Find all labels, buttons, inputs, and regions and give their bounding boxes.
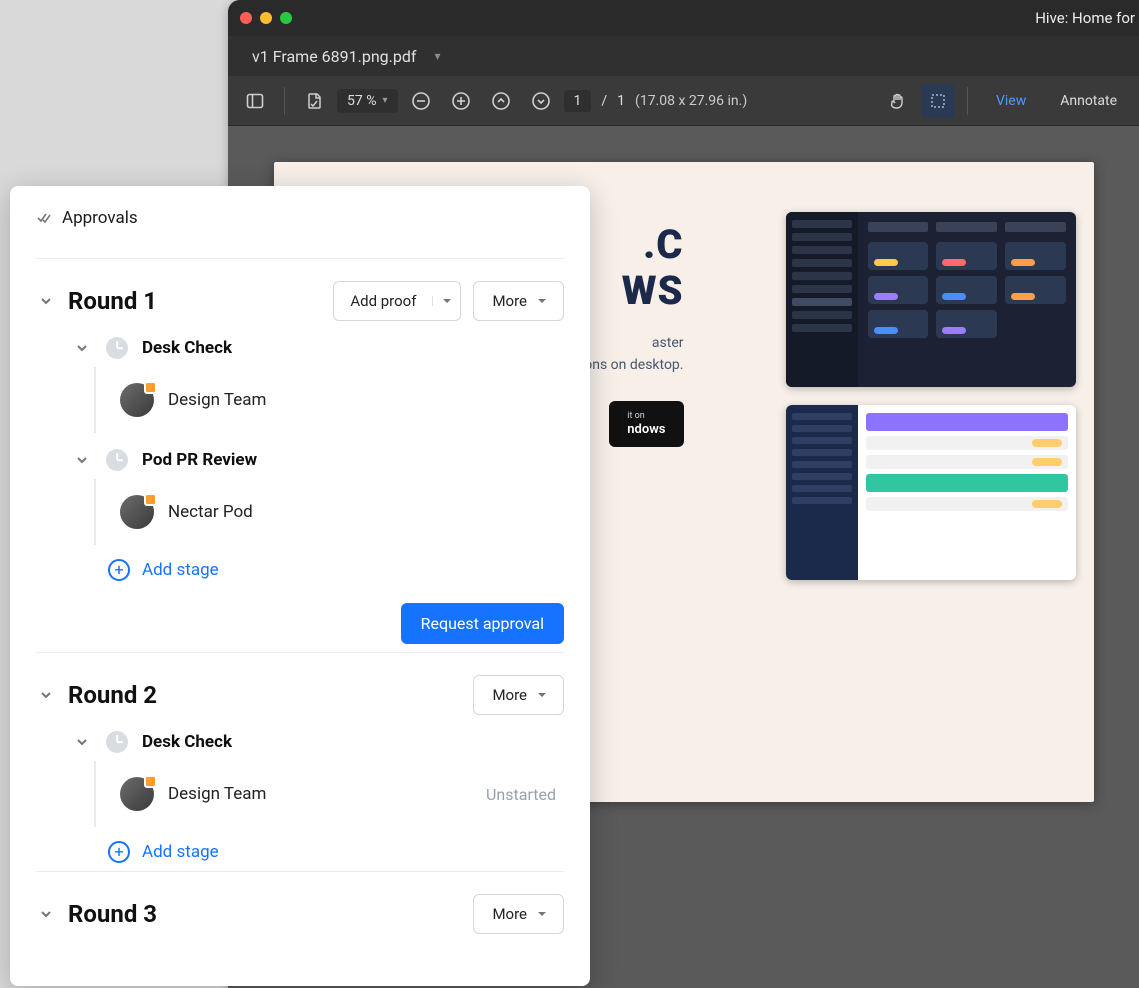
stage-toggle-icon[interactable] xyxy=(72,732,92,752)
app-screenshot-dark xyxy=(786,212,1076,387)
add-proof-dropdown-icon[interactable] xyxy=(432,296,460,306)
round-more-button[interactable]: More xyxy=(473,281,564,321)
approvals-panel: Approvals Round 1 Add proof More Desk Check… xyxy=(10,186,590,986)
stage-toggle-icon[interactable] xyxy=(72,338,92,358)
zoom-out-button[interactable] xyxy=(404,84,438,118)
reviewers-list: Design Team xyxy=(94,367,564,433)
request-approval-button[interactable]: Request approval xyxy=(401,603,564,644)
pdf-toolbar: 57 % ▾ 1 / 1 (17.08 x 27.96 in.) View xyxy=(228,76,1139,126)
download-button[interactable]: it on ndows xyxy=(609,401,683,447)
plus-circle-icon: + xyxy=(108,841,130,863)
add-stage-button[interactable]: +Add stage xyxy=(108,841,564,863)
avatar-badge-icon xyxy=(144,381,157,394)
document-tab[interactable]: v1 Frame 6891.png.pdf xyxy=(252,47,416,66)
avatar xyxy=(120,777,154,811)
more-dropdown-icon xyxy=(537,909,547,919)
reviewer-row[interactable]: Design Team xyxy=(120,373,564,427)
sidebar-toggle-button[interactable] xyxy=(238,84,272,118)
approval-stage: Desk Check Design Team Unstarted xyxy=(36,731,564,827)
approvals-icon xyxy=(36,210,52,226)
round-more-button[interactable]: More xyxy=(473,675,564,715)
zoom-level-control[interactable]: 57 % ▾ xyxy=(337,89,398,113)
reviewer-name: Design Team xyxy=(168,784,266,804)
stage-title: Desk Check xyxy=(142,338,232,358)
approval-round: Round 3 More xyxy=(36,871,564,934)
approval-round: Round 2 More Desk Check Design Team Unstarte… xyxy=(36,652,564,863)
round-more-button[interactable]: More xyxy=(473,894,564,934)
pan-tool-button[interactable] xyxy=(881,84,915,118)
current-page-input[interactable]: 1 xyxy=(564,90,592,112)
reviewers-list: Design Team Unstarted xyxy=(94,761,564,827)
round-title: Round 3 xyxy=(68,900,157,928)
round-toggle-icon[interactable] xyxy=(36,291,56,311)
total-pages: 1 xyxy=(617,93,625,109)
page-separator: / xyxy=(601,93,607,109)
reviewer-status: Unstarted xyxy=(486,785,564,804)
title-bar: Hive: Home for xyxy=(228,0,1139,36)
zoom-value: 57 % xyxy=(347,93,376,109)
avatar-badge-icon xyxy=(144,775,157,788)
zoom-window-button[interactable] xyxy=(280,12,292,24)
page-down-button[interactable] xyxy=(524,84,558,118)
page-dimensions: (17.08 x 27.96 in.) xyxy=(635,93,747,109)
approval-round: Round 1 Add proof More Desk Check Design Tea… xyxy=(36,258,564,644)
traffic-lights xyxy=(240,12,292,24)
toolbar-separator xyxy=(284,87,285,115)
toolbar-separator xyxy=(967,87,968,115)
round-title: Round 1 xyxy=(68,287,157,315)
pending-clock-icon xyxy=(106,731,128,753)
add-proof-button[interactable]: Add proof xyxy=(333,281,461,321)
more-dropdown-icon xyxy=(537,296,547,306)
close-window-button[interactable] xyxy=(240,12,252,24)
page-up-button[interactable] xyxy=(484,84,518,118)
avatar-badge-icon xyxy=(144,493,157,506)
more-dropdown-icon xyxy=(537,690,547,700)
minimize-window-button[interactable] xyxy=(260,12,272,24)
round-toggle-icon[interactable] xyxy=(36,904,56,924)
zoom-dropdown-icon: ▾ xyxy=(382,95,387,106)
reviewer-row[interactable]: Design Team Unstarted xyxy=(120,767,564,821)
page-indicator: 1 / 1 xyxy=(564,90,626,112)
avatar xyxy=(120,383,154,417)
selection-tool-button[interactable] xyxy=(921,84,955,118)
view-mode-tab[interactable]: View xyxy=(980,93,1042,109)
panel-header: Approvals xyxy=(36,208,564,250)
round-title: Round 2 xyxy=(68,681,157,709)
approval-stage: Pod PR Review Nectar Pod xyxy=(36,449,564,545)
panel-title: Approvals xyxy=(62,208,138,228)
reviewer-row[interactable]: Nectar Pod xyxy=(120,485,564,539)
app-screenshot-light xyxy=(786,405,1076,580)
reviewer-name: Nectar Pod xyxy=(168,502,253,522)
reviewers-list: Nectar Pod xyxy=(94,479,564,545)
stage-toggle-icon[interactable] xyxy=(72,450,92,470)
save-document-button[interactable] xyxy=(297,84,331,118)
pending-clock-icon xyxy=(106,449,128,471)
stage-title: Pod PR Review xyxy=(142,450,257,470)
pending-clock-icon xyxy=(106,337,128,359)
plus-circle-icon: + xyxy=(108,559,130,581)
window-title: Hive: Home for xyxy=(1035,9,1139,27)
stage-title: Desk Check xyxy=(142,732,232,752)
hero-screenshots xyxy=(786,212,1076,580)
tab-dropdown-icon[interactable]: ▾ xyxy=(434,49,440,63)
zoom-in-button[interactable] xyxy=(444,84,478,118)
reviewer-name: Design Team xyxy=(168,390,266,410)
round-toggle-icon[interactable] xyxy=(36,685,56,705)
add-stage-button[interactable]: +Add stage xyxy=(108,559,564,581)
annotate-mode-tab[interactable]: Annotate xyxy=(1048,93,1129,109)
approval-stage: Desk Check Design Team xyxy=(36,337,564,433)
avatar xyxy=(120,495,154,529)
document-tab-strip: v1 Frame 6891.png.pdf ▾ xyxy=(228,36,1139,76)
